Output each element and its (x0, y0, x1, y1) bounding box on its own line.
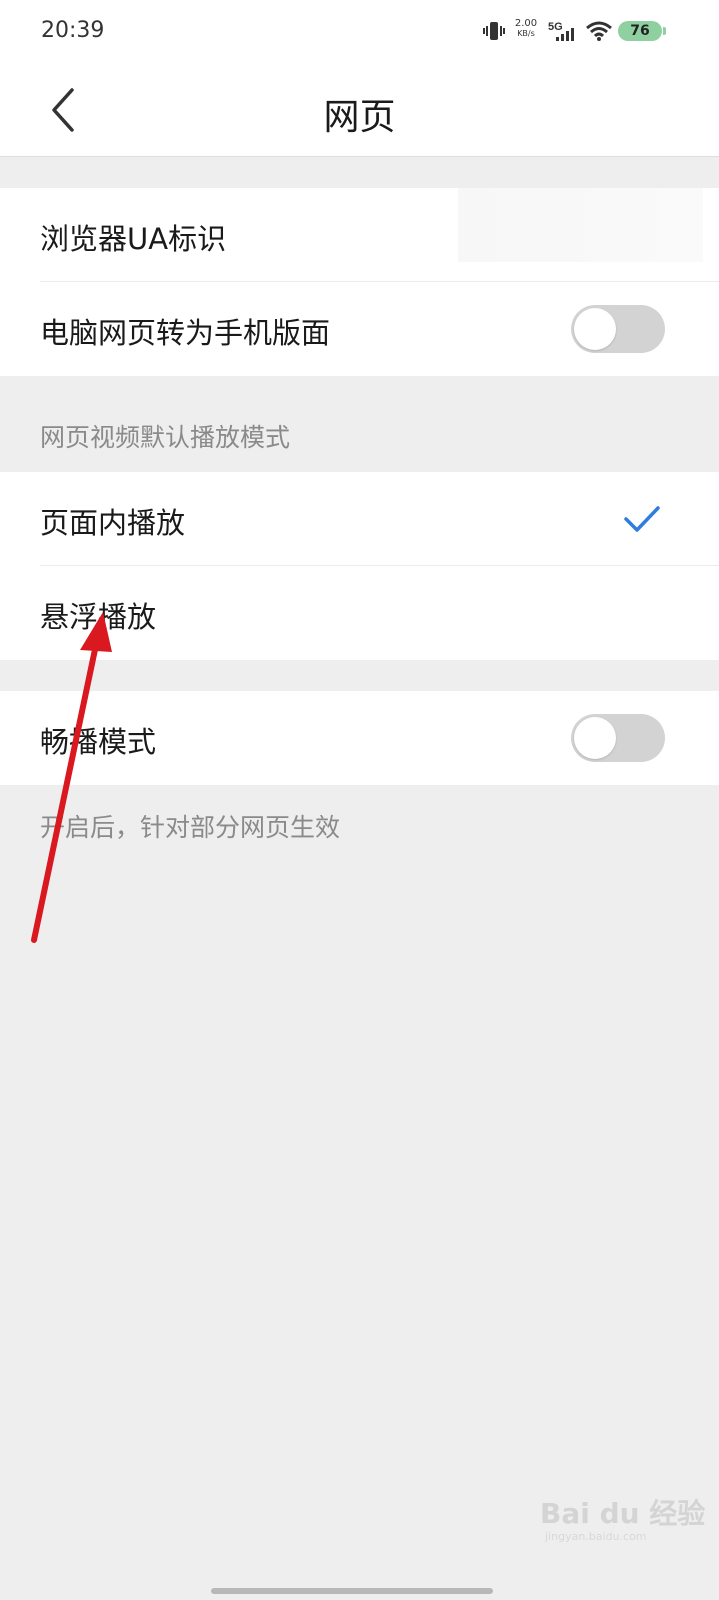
annotation-arrow (31, 612, 112, 943)
baidu-jingyan-url: jingyan.baidu.com (545, 1530, 647, 1543)
home-indicator[interactable] (211, 1588, 493, 1594)
baidu-jingyan-logo: Bai du 经验 (540, 1497, 706, 1530)
